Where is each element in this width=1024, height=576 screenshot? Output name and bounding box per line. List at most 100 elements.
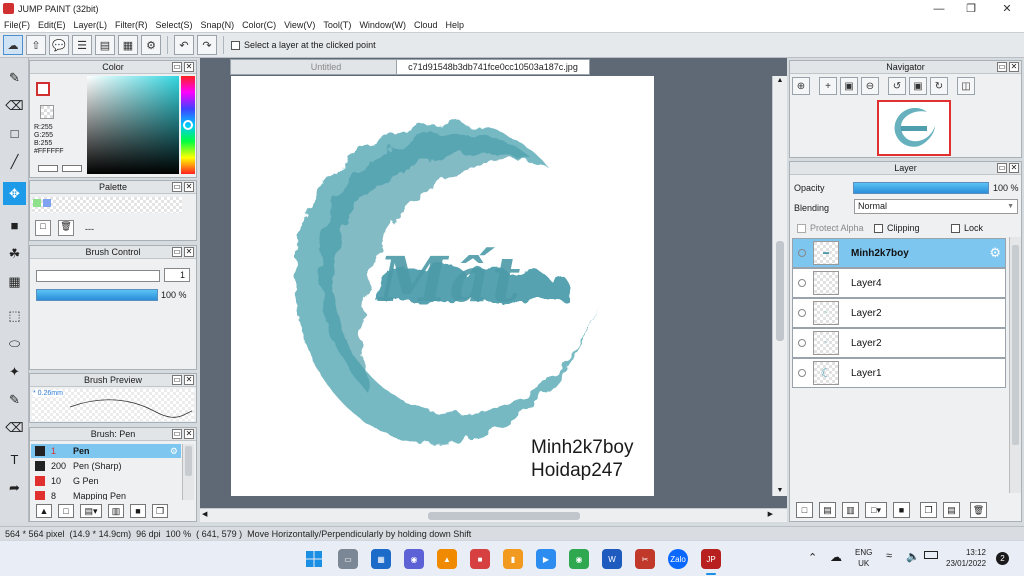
rotate-right-icon[interactable]: ↻ xyxy=(930,77,948,95)
rect-select-icon[interactable]: ⬚ xyxy=(3,304,26,327)
bucket-tool-icon[interactable]: ☘ xyxy=(3,242,26,265)
float-icon[interactable]: ▭ xyxy=(997,163,1007,173)
select-pen-icon[interactable]: ✎ xyxy=(3,388,26,411)
redo-icon[interactable]: ↷ xyxy=(197,35,217,55)
float-icon[interactable]: ▭ xyxy=(172,429,182,439)
fit-window-icon[interactable]: ▣ xyxy=(840,77,858,95)
chat-icon[interactable]: ◉ xyxy=(404,549,424,569)
language-indicator[interactable]: ENG UK xyxy=(855,547,872,569)
saturation-value-square[interactable] xyxy=(87,76,179,174)
layer-opacity-slider[interactable] xyxy=(853,182,989,194)
layer-row[interactable]: Layer4 xyxy=(792,268,1006,298)
brush-item[interactable]: 10 G Pen xyxy=(31,474,181,488)
layer-list-scrollbar[interactable] xyxy=(1009,237,1021,493)
scroll-down-icon[interactable]: ▼ xyxy=(773,486,787,496)
magic-wand-icon[interactable]: ✦ xyxy=(3,360,26,383)
reset-rotation-icon[interactable]: ▣ xyxy=(909,77,927,95)
color-mode-buttons[interactable] xyxy=(38,165,82,172)
settings-list-icon[interactable]: ⚙ xyxy=(141,35,161,55)
gradient-tool-icon[interactable]: ▦ xyxy=(3,270,26,293)
notification-badge[interactable]: 2 xyxy=(996,552,1009,565)
move-tool-icon[interactable]: ✥ xyxy=(3,182,26,205)
close-panel-icon[interactable]: ✕ xyxy=(184,247,194,257)
brush-item[interactable]: 8 Mapping Pen xyxy=(31,489,181,500)
brush-add-icon[interactable]: ▤▾ xyxy=(80,504,102,518)
primary-color-swatch[interactable] xyxy=(36,82,50,96)
navigator-preview[interactable] xyxy=(877,100,951,156)
layer-row[interactable]: ~ Layer2 xyxy=(792,298,1006,328)
palette-swatch-blue[interactable] xyxy=(43,199,51,207)
float-icon[interactable]: ▭ xyxy=(172,62,182,72)
volume-icon[interactable]: 🔈 xyxy=(906,550,920,563)
blending-select[interactable]: Normal ▼ xyxy=(854,199,1018,214)
onedrive-icon[interactable]: ☁ xyxy=(830,550,842,564)
tab-file[interactable]: c71d91548b3db741fce0cc10503a187c.jpg xyxy=(396,59,590,75)
close-panel-icon[interactable]: ✕ xyxy=(1009,62,1019,72)
files-icon[interactable]: ▮ xyxy=(503,549,523,569)
new-raster-layer-icon[interactable]: ▤ xyxy=(819,502,836,518)
menu-select[interactable]: Select(S) xyxy=(152,20,197,30)
menu-view[interactable]: View(V) xyxy=(280,20,319,30)
add-layer-menu-icon[interactable]: □▾ xyxy=(865,502,887,518)
zoom-out-icon[interactable]: ⊖ xyxy=(861,77,879,95)
brush-size-field[interactable]: 1 xyxy=(164,268,190,282)
folder-icon[interactable]: ■ xyxy=(893,502,910,518)
word-icon[interactable]: W xyxy=(602,549,622,569)
close-panel-icon[interactable]: ✕ xyxy=(184,182,194,192)
delete-layer-icon[interactable]: 🗑 xyxy=(970,502,987,518)
vertical-scrollbar[interactable]: ▲ ▼ xyxy=(772,76,787,496)
menu-color[interactable]: Color(C) xyxy=(238,20,280,30)
brush-upload-icon[interactable]: ▲ xyxy=(36,504,52,518)
close-panel-icon[interactable]: ✕ xyxy=(1009,163,1019,173)
rotate-left-icon[interactable]: ↺ xyxy=(888,77,906,95)
comment-icon[interactable]: 💬 xyxy=(49,35,69,55)
hue-slider-handle[interactable] xyxy=(183,120,193,130)
brush-item[interactable]: 200 Pen (Sharp) xyxy=(31,459,181,473)
pen-tool-icon[interactable]: ✎ xyxy=(3,66,26,89)
zoom-in-icon[interactable]: ⊕ xyxy=(792,77,810,95)
brush-folder-icon[interactable]: ■ xyxy=(130,504,146,518)
merge-layer-icon[interactable]: ▤ xyxy=(943,502,960,518)
document-icon[interactable]: ▤ xyxy=(95,35,115,55)
horizontal-scroll-thumb[interactable] xyxy=(428,512,580,520)
close-icon[interactable]: ✕ xyxy=(990,0,1024,17)
line-tool-icon[interactable]: ╱ xyxy=(3,150,26,173)
brush-list-scrollbar[interactable] xyxy=(182,444,194,500)
tab-untitled[interactable]: Untitled xyxy=(230,59,422,75)
visibility-icon[interactable] xyxy=(798,369,806,377)
fill-rect-tool-icon[interactable]: ■ xyxy=(3,214,26,237)
document-canvas[interactable]: Mất Minh2k7boy Hoidap247 xyxy=(231,76,654,496)
wifi-icon[interactable]: ≈ xyxy=(886,550,892,562)
menu-window[interactable]: Window(W) xyxy=(355,20,410,30)
visibility-icon[interactable] xyxy=(798,309,806,317)
float-icon[interactable]: ▭ xyxy=(172,375,182,385)
brush-opacity-slider[interactable] xyxy=(36,289,158,301)
clock[interactable]: 13:12 23/01/2022 xyxy=(946,547,986,569)
scroll-right-icon[interactable]: ▶ xyxy=(768,510,773,518)
widgets-icon[interactable]: ▦ xyxy=(371,549,391,569)
palette-swatch-green[interactable] xyxy=(33,199,41,207)
gear-icon[interactable]: ⚙ xyxy=(989,245,1001,261)
vlc-icon[interactable]: ▲ xyxy=(437,549,457,569)
menu-help[interactable]: Help xyxy=(441,20,468,30)
menu-file[interactable]: File(F) xyxy=(0,20,34,30)
palette-new-icon[interactable]: □ xyxy=(35,220,51,236)
zoom-app-icon[interactable]: ▶ xyxy=(536,549,556,569)
close-panel-icon[interactable]: ✕ xyxy=(184,62,194,72)
layer-row[interactable]: ▬ Minh2k7boy ⚙ xyxy=(792,238,1006,268)
horizontal-scrollbar[interactable]: ◀ ▶ xyxy=(200,508,787,522)
protect-alpha-checkbox[interactable] xyxy=(797,224,806,233)
layer-row[interactable]: ☾ Layer1 xyxy=(792,358,1006,388)
tray-chevron-icon[interactable]: ⌃ xyxy=(808,551,817,564)
select-eraser-icon[interactable]: ⌫ xyxy=(3,416,26,439)
scroll-up-icon[interactable]: ▲ xyxy=(773,76,787,86)
menu-cloud[interactable]: Cloud xyxy=(410,20,442,30)
message-icon[interactable]: ☰ xyxy=(72,35,92,55)
copy-layer-icon[interactable]: ▥ xyxy=(842,502,859,518)
rectangle-tool-icon[interactable]: □ xyxy=(3,122,26,145)
gear-icon[interactable]: ⚙ xyxy=(170,446,178,457)
scroll-left-icon[interactable]: ◀ xyxy=(202,510,207,518)
float-icon[interactable]: ▭ xyxy=(172,247,182,257)
menu-layer[interactable]: Layer(L) xyxy=(70,20,112,30)
brush-duplicate-icon[interactable]: ❐ xyxy=(152,504,168,518)
